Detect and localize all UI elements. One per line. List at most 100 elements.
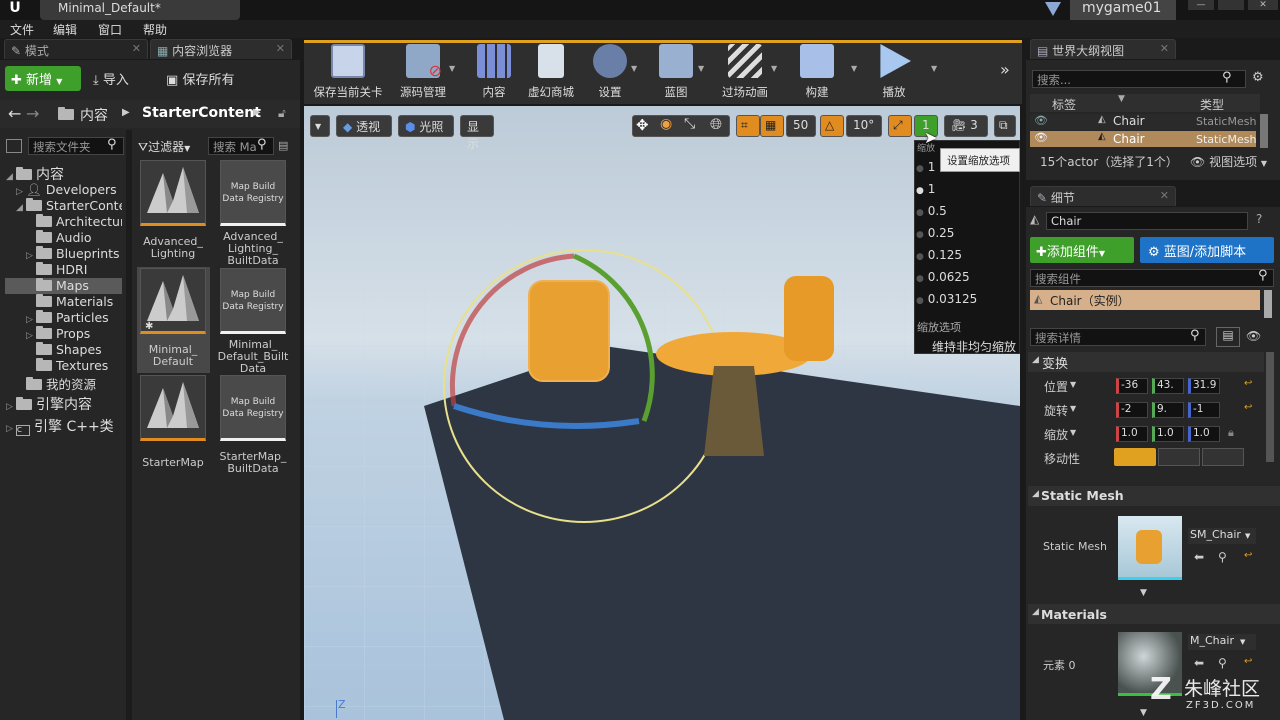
- close-icon[interactable]: ✕: [1160, 42, 1169, 55]
- scale-option-0.25[interactable]: ● 0.25: [916, 226, 954, 240]
- perspective-button[interactable]: ◆ 透视: [336, 115, 392, 137]
- reset-arrow-icon[interactable]: ↩: [1244, 378, 1252, 389]
- close-icon[interactable]: ✕: [132, 42, 141, 55]
- static-mesh-thumbnail[interactable]: [1118, 516, 1182, 580]
- use-selected-arrow-icon[interactable]: ⬅: [1194, 550, 1204, 564]
- forward-arrow-icon[interactable]: →: [26, 104, 39, 123]
- asset-tile-startermap[interactable]: [140, 375, 206, 441]
- tree-item-engine-content[interactable]: ▷ 引擎内容: [6, 394, 92, 413]
- tree-item-content[interactable]: ◢ 内容: [6, 164, 64, 183]
- eye-icon[interactable]: 👁︎: [1034, 114, 1048, 127]
- toolbar-dropdown-icon[interactable]: ▼: [631, 64, 637, 73]
- tree-item-architecture[interactable]: Architecture: [26, 214, 122, 230]
- chevron-down-icon[interactable]: ▼: [1070, 428, 1076, 437]
- path-content[interactable]: 内容: [80, 105, 108, 125]
- scale-option-1[interactable]: ● 1: [916, 160, 935, 174]
- rotation-snap-toggle[interactable]: △: [820, 115, 844, 137]
- tree-item-audio[interactable]: Audio: [26, 230, 92, 246]
- chevron-down-icon[interactable]: ▼: [1070, 380, 1076, 389]
- grid-snap-value[interactable]: 50: [786, 115, 816, 137]
- level-doc-tab[interactable]: Minimal_Default*: [40, 0, 240, 20]
- asset-tile-advanced-lighting-builtdata[interactable]: Map Build Data Registry: [220, 160, 286, 226]
- property-matrix-icon[interactable]: ▤: [1216, 327, 1240, 347]
- source-control-icon[interactable]: [1045, 2, 1061, 16]
- settings-button[interactable]: 设置: [588, 44, 632, 100]
- marketplace-button[interactable]: 虚幻商城: [524, 44, 578, 100]
- tab-details[interactable]: ✎ 细节 ✕: [1030, 186, 1176, 206]
- tree-item-particles[interactable]: ▷ Particles: [26, 310, 109, 326]
- expand-advanced-icon[interactable]: ▼: [1140, 708, 1147, 718]
- lock-icon[interactable]: 🔓︎: [278, 106, 286, 121]
- search-components-input[interactable]: 搜索组件: [1030, 269, 1274, 287]
- scale-option-0.03125[interactable]: ● 0.03125: [916, 292, 977, 306]
- actor-name-field[interactable]: Chair: [1046, 212, 1248, 230]
- toolbar-dropdown-icon[interactable]: ▼: [698, 64, 704, 73]
- search-details-input[interactable]: 搜索详情: [1030, 328, 1206, 346]
- location-y-field[interactable]: 43.: [1152, 378, 1184, 394]
- tree-item-maps[interactable]: Maps: [26, 278, 89, 294]
- tree-item-textures[interactable]: Textures: [26, 358, 108, 374]
- show-button[interactable]: 显示: [460, 115, 494, 151]
- mobility-stationary-button[interactable]: [1158, 448, 1200, 466]
- tree-item-my-assets[interactable]: 我的资源: [16, 374, 96, 392]
- browse-search-icon[interactable]: ⚲: [1218, 656, 1227, 670]
- scale-snap-toggle[interactable]: ⤢: [888, 115, 912, 137]
- blueprint-add-script-button[interactable]: ⚙ 蓝图/添加脚本: [1140, 237, 1274, 263]
- location-x-field[interactable]: -36: [1116, 378, 1148, 394]
- add-component-button[interactable]: ✚添加组件▼: [1030, 237, 1134, 263]
- material-dropdown[interactable]: M_Chair ▼: [1188, 634, 1256, 650]
- asset-tile-advanced-lighting[interactable]: [140, 160, 206, 226]
- tree-item-shapes[interactable]: Shapes: [26, 342, 102, 358]
- grid-icon-button[interactable]: ▦: [760, 115, 784, 137]
- expand-advanced-icon[interactable]: ▼: [1140, 588, 1147, 598]
- chevron-down-icon[interactable]: ▼: [1070, 404, 1076, 413]
- details-scrollbar[interactable]: [1266, 352, 1274, 462]
- scale-option-0.5[interactable]: ● 0.5: [916, 204, 947, 218]
- components-scrollbar[interactable]: [1264, 290, 1272, 318]
- browse-search-icon[interactable]: ⚲: [1218, 550, 1227, 564]
- use-selected-arrow-icon[interactable]: ⬅: [1194, 656, 1204, 670]
- rotation-snap-value[interactable]: 10°: [846, 115, 882, 137]
- tab-content-browser[interactable]: ▦ 内容浏览器 ✕: [150, 39, 292, 59]
- lock-icon[interactable]: 🔒︎: [1228, 426, 1234, 440]
- eye-icon[interactable]: 👁︎: [1034, 131, 1048, 144]
- scale-option-0.125[interactable]: ● 0.125: [916, 248, 962, 262]
- translate-mode-icon[interactable]: ✥: [636, 116, 649, 134]
- tab-modes[interactable]: ✎ 模式 ✕: [4, 39, 148, 59]
- outliner-scrollbar[interactable]: [1260, 114, 1268, 148]
- save-search-icon[interactable]: ▤: [278, 139, 288, 152]
- help-icon[interactable]: ?: [1256, 212, 1262, 226]
- minimize-button[interactable]: —: [1188, 0, 1214, 10]
- outliner-settings-icon[interactable]: ⚙: [1252, 70, 1264, 85]
- tree-item-starter-content[interactable]: ◢StarterContent: [16, 198, 122, 214]
- asset-tile-minimal-default[interactable]: ✱: [140, 268, 206, 334]
- column-label-header[interactable]: 标签: [1052, 96, 1076, 113]
- scale-y-field[interactable]: 1.0: [1152, 426, 1184, 442]
- blueprints-button[interactable]: 蓝图: [654, 44, 698, 100]
- rotate-mode-icon[interactable]: ◉: [660, 116, 672, 132]
- tree-item-blueprints[interactable]: ▷ Blueprints: [26, 246, 120, 262]
- column-type-header[interactable]: 类型: [1200, 96, 1224, 113]
- scale-option-0.0625[interactable]: ● 0.0625: [916, 270, 970, 284]
- preserve-nonuniform-scale-option[interactable]: 维持非均匀缩放: [932, 338, 1016, 355]
- scale-x-field[interactable]: 1.0: [1116, 426, 1148, 442]
- cinematics-button[interactable]: 过场动画: [718, 44, 772, 100]
- tree-item-props[interactable]: ▷ Props: [26, 326, 90, 342]
- scale-mode-icon[interactable]: ⤡: [684, 116, 695, 132]
- tree-item-hdri[interactable]: HDRI: [26, 262, 87, 278]
- save-all-button[interactable]: ▣ 保存所有: [166, 69, 256, 89]
- camera-speed-button[interactable]: 🎥︎ 3: [944, 115, 988, 137]
- location-z-field[interactable]: 31.9: [1188, 378, 1220, 394]
- save-level-button[interactable]: 保存当前关卡: [310, 44, 386, 100]
- rotation-z-field[interactable]: -1: [1188, 402, 1220, 418]
- tab-world-outliner[interactable]: ▤ 世界大纲视图 ✕: [1030, 39, 1176, 59]
- close-icon[interactable]: ✕: [1160, 189, 1169, 202]
- toolbar-dropdown-icon[interactable]: ▼: [851, 64, 857, 73]
- maximize-button[interactable]: [1218, 0, 1244, 10]
- menu-window[interactable]: 窗口: [98, 21, 122, 38]
- menu-edit[interactable]: 编辑: [53, 21, 77, 38]
- mobility-static-button[interactable]: [1114, 448, 1156, 466]
- content-button[interactable]: 内容: [472, 44, 516, 100]
- asset-tile-startermap-builtdata[interactable]: Map Build Data Registry: [220, 375, 286, 441]
- static-mesh-dropdown[interactable]: SM_Chair ▼: [1188, 528, 1256, 544]
